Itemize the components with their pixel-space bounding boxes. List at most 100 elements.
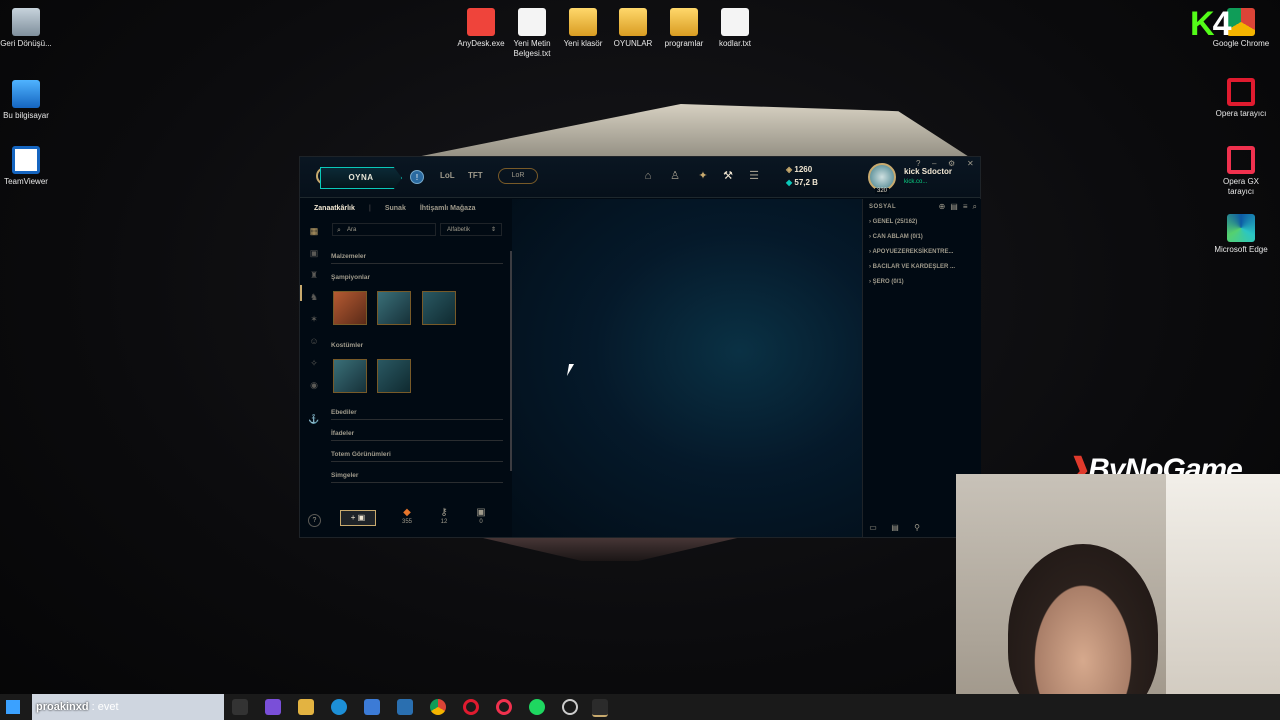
- loot-item-skin[interactable]: [377, 359, 411, 393]
- friend-group[interactable]: › APOYUEZEREKSİKENTRE...: [869, 249, 953, 255]
- desktop-icon-this-pc[interactable]: Bu bilgisayar: [0, 80, 58, 121]
- store-taskbar-icon[interactable]: [364, 699, 380, 715]
- copilot-icon[interactable]: [265, 699, 281, 715]
- friend-group[interactable]: › GENEL (25/162): [869, 219, 917, 225]
- social-toolbar: ⊕ ▤ ≡ ⌕: [934, 202, 977, 212]
- player-status[interactable]: kick.co...: [904, 179, 927, 185]
- inventory-scrollbar-thumb[interactable]: [510, 251, 512, 471]
- chat-overlay: proakinxd : evet: [32, 694, 224, 720]
- alert-icon[interactable]: !: [410, 170, 424, 184]
- sort-dropdown[interactable]: Alfabetik ⇕: [440, 223, 502, 236]
- store-icon[interactable]: ☰: [747, 169, 761, 183]
- play-button[interactable]: OYNA: [320, 167, 402, 189]
- client-topbar: OYNA ! LoL TFT LoR ⌂ ♙ ✦ ⚒ ☰ ◈ 1260 ◆ 57…: [300, 157, 980, 198]
- emote-icon[interactable]: ✶: [308, 313, 320, 325]
- chrome-taskbar-icon[interactable]: [430, 699, 446, 715]
- desktop-icon-kodlar[interactable]: kodlar.txt: [703, 8, 767, 49]
- other-icon[interactable]: ⚓: [308, 413, 320, 425]
- file-explorer-icon[interactable]: [298, 699, 314, 715]
- chat-icon[interactable]: ▭: [867, 523, 879, 533]
- section-icons[interactable]: Simgeler: [331, 472, 503, 483]
- opera-taskbar-icon[interactable]: [463, 699, 479, 715]
- tab-store[interactable]: İhtişamlı Mağaza: [420, 205, 476, 212]
- start-icon[interactable]: [6, 700, 20, 714]
- loot-item-skin[interactable]: [333, 359, 367, 393]
- key-icon: ⚷: [440, 507, 448, 518]
- chest-icon[interactable]: ▣: [308, 247, 320, 259]
- craft-key-button[interactable]: + ▣: [340, 510, 376, 526]
- active-indicator: [300, 285, 302, 301]
- section-eternals[interactable]: Ebediler: [331, 409, 503, 420]
- notifications-icon[interactable]: ▤: [889, 523, 901, 533]
- folder-icon: [569, 8, 597, 36]
- profile-icon[interactable]: ♙: [668, 169, 682, 183]
- webcam-overlay: [956, 474, 1280, 720]
- anydesk-icon: [467, 8, 495, 36]
- profile-icon-filter[interactable]: ◉: [308, 379, 320, 391]
- nav-lor[interactable]: LoR: [498, 168, 538, 184]
- skin-icon[interactable]: ♞: [308, 291, 320, 303]
- search-icon[interactable]: ⌕: [973, 202, 977, 211]
- close-icon[interactable]: ✕: [967, 159, 974, 168]
- task-view-icon[interactable]: [232, 699, 248, 715]
- minimize-icon[interactable]: –: [932, 159, 936, 168]
- opera-gx-taskbar-icon[interactable]: [496, 699, 512, 715]
- edge-taskbar-icon[interactable]: [331, 699, 347, 715]
- collection-icon[interactable]: ✦: [696, 169, 710, 183]
- help-icon[interactable]: ?: [916, 159, 920, 168]
- friend-group[interactable]: › BACILAR VE KARDEŞLER ...: [869, 264, 955, 270]
- tab-crafting[interactable]: Zanaatkârlık: [314, 205, 355, 212]
- loot-bottom-bar: ? + ▣ ◆ 355 ⚷ 12 ▣ 0: [300, 503, 512, 537]
- key-fragments: ⚷ 12: [434, 507, 454, 525]
- list-icon[interactable]: ≡: [963, 202, 968, 211]
- add-folder-icon[interactable]: ▤: [950, 202, 958, 211]
- loot-item-champion[interactable]: [422, 291, 456, 325]
- settings-icon[interactable]: ⚙: [948, 159, 955, 168]
- loot-icon[interactable]: ⚒: [721, 169, 735, 183]
- edge-icon: [1227, 214, 1255, 242]
- loot-item-champion[interactable]: [377, 291, 411, 325]
- folder-icon: [619, 8, 647, 36]
- orange-essence-icon: ◆: [403, 507, 411, 518]
- add-friend-icon[interactable]: ⊕: [939, 202, 946, 211]
- desktop-icon-recycle-bin[interactable]: Geri Dönüşü...: [0, 8, 58, 49]
- sort-value: Alfabetik: [447, 227, 471, 233]
- champion-icon[interactable]: ♜: [308, 269, 320, 281]
- orange-essence: ◆ 355: [397, 507, 417, 525]
- app-taskbar-icon[interactable]: [397, 699, 413, 715]
- friend-group[interactable]: › ŞERO (0/1): [869, 279, 904, 285]
- avatar[interactable]: [868, 163, 896, 191]
- section-skins[interactable]: Kostümler: [331, 342, 503, 352]
- desktop-icon-teamviewer[interactable]: TeamViewer: [0, 146, 58, 187]
- desktop-icon-opera-gx[interactable]: Opera GX tarayıcı: [1209, 146, 1273, 197]
- currency-panel[interactable]: ◈ 1260 ◆ 57,2 B: [786, 165, 818, 191]
- ward-icon[interactable]: ☺: [308, 335, 320, 347]
- desktop-icon-edge[interactable]: Microsoft Edge: [1209, 214, 1273, 255]
- section-emotes[interactable]: İfadeler: [331, 430, 503, 441]
- friend-group[interactable]: › CAN ABLAM (0/1): [869, 234, 923, 240]
- steam-taskbar-icon[interactable]: [562, 699, 578, 715]
- league-taskbar-icon[interactable]: [592, 699, 608, 717]
- tab-altar[interactable]: Sunak: [385, 205, 406, 212]
- search-input[interactable]: ⌕ Ara: [332, 223, 436, 236]
- loot-item-champion[interactable]: [333, 291, 367, 325]
- section-champions[interactable]: Şampiyonlar: [331, 274, 503, 284]
- grid-icon[interactable]: ▦: [308, 225, 320, 237]
- recycle-bin-icon: [12, 8, 40, 36]
- mic-icon[interactable]: ⚲: [911, 523, 923, 533]
- kick-stream-badge: K4: [1190, 5, 1231, 43]
- section-ward-skins[interactable]: Totem Görünümleri: [331, 451, 503, 462]
- level-badge: 320: [875, 188, 890, 194]
- text-file-icon: [721, 8, 749, 36]
- nav-lol[interactable]: LoL: [440, 171, 455, 180]
- folder-icon: [670, 8, 698, 36]
- icon-icon[interactable]: ✧: [308, 357, 320, 369]
- chest-icon: ▣: [476, 507, 486, 518]
- desktop-icon-opera[interactable]: Opera tarayıcı: [1209, 78, 1273, 119]
- nav-tft[interactable]: TFT: [468, 171, 483, 180]
- help-circle-icon[interactable]: ?: [308, 514, 321, 527]
- section-materials[interactable]: Malzemeler: [331, 253, 503, 264]
- home-icon[interactable]: ⌂: [641, 169, 655, 183]
- opera-gx-icon: [1227, 146, 1255, 174]
- spotify-taskbar-icon[interactable]: [529, 699, 545, 715]
